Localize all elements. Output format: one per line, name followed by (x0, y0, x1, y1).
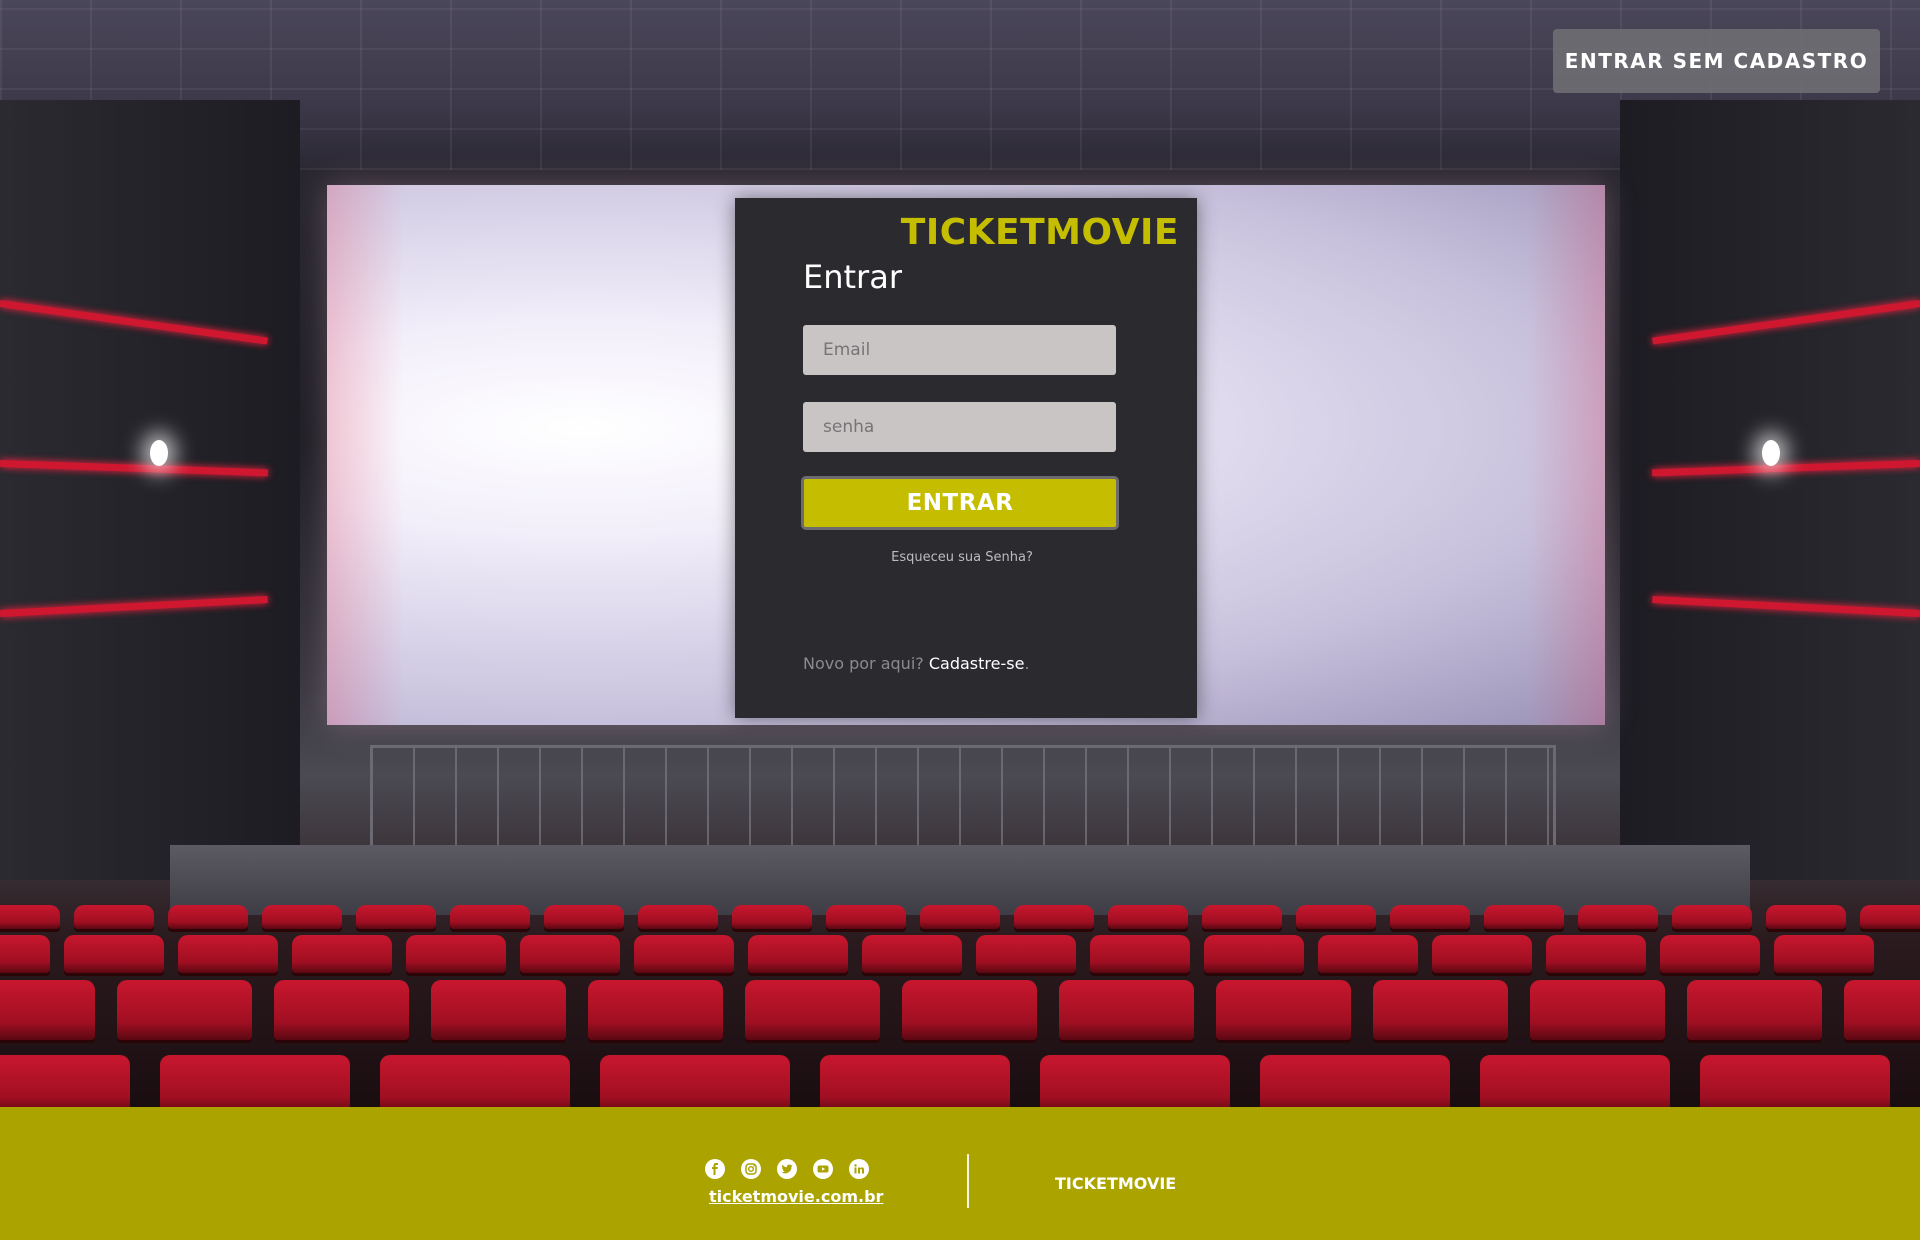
footer (0, 1107, 1920, 1240)
seat (1546, 935, 1646, 973)
seat (520, 935, 620, 973)
seat (168, 905, 248, 929)
seat (748, 935, 848, 973)
seat (1108, 905, 1188, 929)
seat (74, 905, 154, 929)
seat (0, 935, 50, 973)
stage-railing (370, 745, 1556, 848)
seat (1090, 935, 1190, 973)
login-button[interactable]: ENTRAR (801, 476, 1119, 530)
seat (902, 980, 1037, 1040)
seat (292, 935, 392, 973)
seat (820, 1055, 1010, 1107)
signup-link[interactable]: Cadastre-se (929, 654, 1025, 673)
footer-brand: TICKETMOVIE (1055, 1174, 1177, 1193)
seat (160, 1055, 350, 1107)
seat (920, 905, 1000, 929)
footer-divider (967, 1154, 969, 1208)
login-title: Entrar (803, 258, 902, 296)
seat (1700, 1055, 1890, 1107)
enter-without-signup-button[interactable]: ENTRAR SEM CADASTRO (1553, 29, 1880, 93)
instagram-icon[interactable] (741, 1159, 761, 1179)
seat (1774, 935, 1874, 973)
seat (0, 980, 95, 1040)
site-link[interactable]: ticketmovie.com.br (709, 1187, 883, 1206)
seat (406, 935, 506, 973)
seat (745, 980, 880, 1040)
seat (1204, 935, 1304, 973)
seat (1390, 905, 1470, 929)
right-wall (1620, 100, 1920, 880)
seat (450, 905, 530, 929)
seat (1059, 980, 1194, 1040)
seat (1672, 905, 1752, 929)
seat (0, 905, 60, 929)
seat (1318, 935, 1418, 973)
seat (1578, 905, 1658, 929)
email-field[interactable] (803, 325, 1116, 375)
seat (380, 1055, 570, 1107)
wall-lamp (1762, 440, 1780, 466)
seat (1014, 905, 1094, 929)
seat (638, 905, 718, 929)
seat (1373, 980, 1508, 1040)
seat (976, 935, 1076, 973)
signup-suffix: . (1024, 654, 1030, 673)
seat (0, 1055, 130, 1107)
login-panel: TICKETMOVIE Entrar ENTRAR Esqueceu sua S… (735, 198, 1197, 718)
seat (1432, 935, 1532, 973)
signup-prompt: Novo por aqui? Cadastre-se. (803, 654, 1030, 673)
seat (1660, 935, 1760, 973)
seat (64, 935, 164, 973)
linkedin-icon[interactable] (849, 1159, 869, 1179)
brand-logo: TICKETMOVIE (900, 212, 1179, 253)
seat (1216, 980, 1351, 1040)
seat (1860, 905, 1920, 929)
seat (732, 905, 812, 929)
seat (1766, 905, 1846, 929)
seat-rows (0, 905, 1920, 1107)
seat (1687, 980, 1822, 1040)
new-user-text: Novo por aqui? (803, 654, 924, 673)
password-field[interactable] (803, 402, 1116, 452)
seat (826, 905, 906, 929)
seat (262, 905, 342, 929)
seat (1296, 905, 1376, 929)
seat (1484, 905, 1564, 929)
seat (1480, 1055, 1670, 1107)
seat (588, 980, 723, 1040)
seat (600, 1055, 790, 1107)
seat (1844, 980, 1920, 1040)
youtube-icon[interactable] (813, 1159, 833, 1179)
seat (634, 935, 734, 973)
seat (862, 935, 962, 973)
seat (544, 905, 624, 929)
forgot-password-link[interactable]: Esqueceu sua Senha? (803, 550, 1121, 565)
twitter-icon[interactable] (777, 1159, 797, 1179)
seat (1530, 980, 1665, 1040)
seat (431, 980, 566, 1040)
seat (274, 980, 409, 1040)
seat (1040, 1055, 1230, 1107)
left-wall (0, 100, 300, 880)
seat (117, 980, 252, 1040)
social-links (705, 1159, 869, 1179)
seat (1260, 1055, 1450, 1107)
wall-lamp (150, 440, 168, 466)
seat (356, 905, 436, 929)
seat (1202, 905, 1282, 929)
seat (178, 935, 278, 973)
facebook-icon[interactable] (705, 1159, 725, 1179)
